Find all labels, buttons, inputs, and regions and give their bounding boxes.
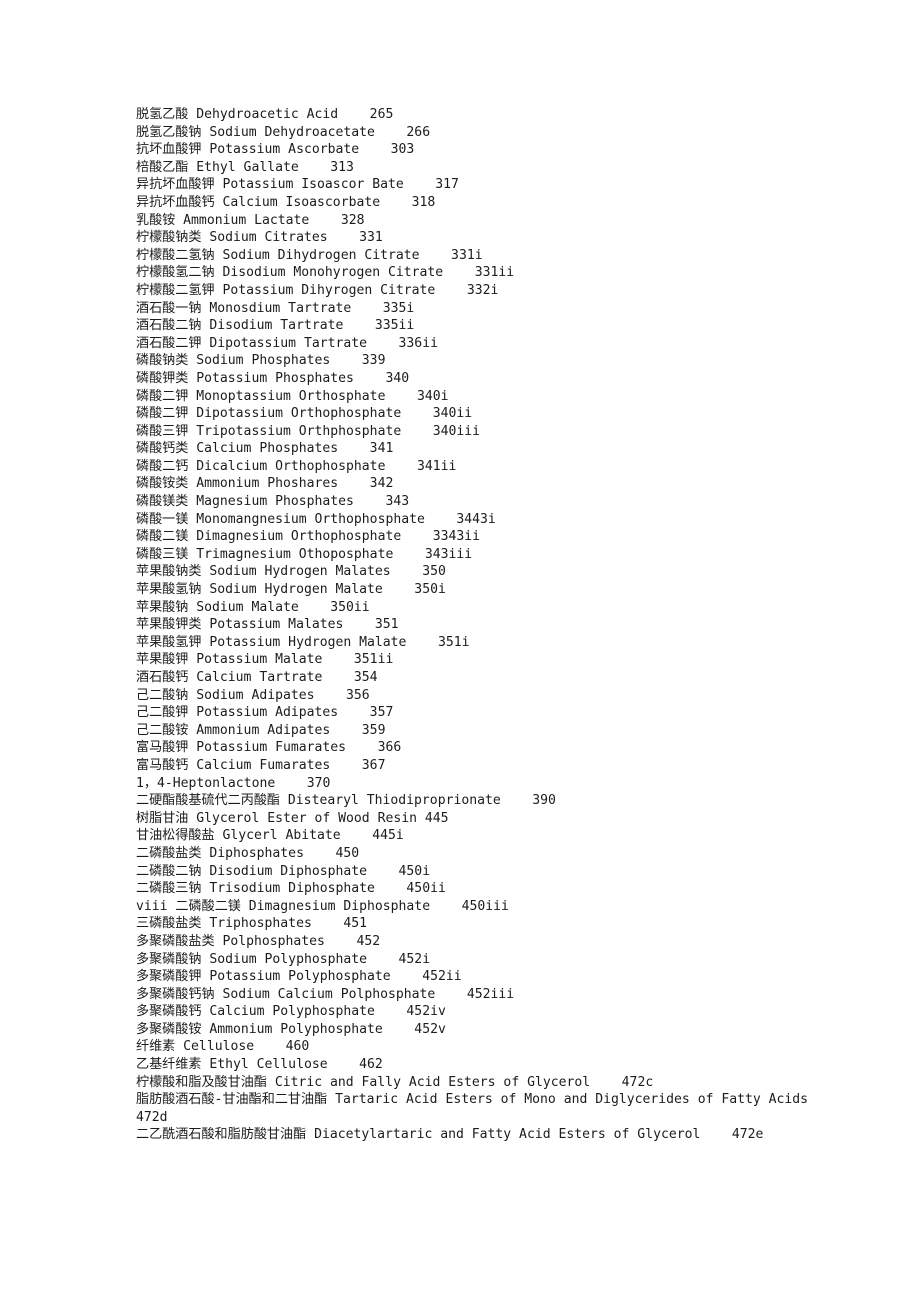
list-item: 酒石酸二钾 Dipotassium Tartrate 336ii [136, 335, 438, 351]
list-item: 苹果酸钾类 Potassium Malates 351 [136, 617, 399, 633]
list-item: 己二酸钾 Potassium Adipates 357 [136, 705, 394, 721]
list-item: 树脂甘油 Glycerol Ester of Wood Resin 445 [136, 810, 449, 826]
list-item: 二磷酸二钠 Disodium Diphosphate 450i [136, 863, 431, 879]
list-item: 多聚磷酸盐类 Polphosphates 452 [136, 933, 381, 949]
list-item: 脱氢乙酸钠 Sodium Dehydroacetate 266 [136, 124, 431, 140]
list-item: 二乙酰酒石酸和脂肪酸甘油酯 Diacetylartaric and Fatty … [136, 1127, 764, 1143]
list-item: 二硬酯酸基硫代二丙酸酯 Distearyl Thiodiproprionate … [136, 793, 556, 809]
list-item: viii 二磷酸二镁 Dimagnesium Diphosphate 450ii… [136, 898, 509, 914]
list-item: 己二酸铵 Ammonium Adipates 359 [136, 722, 386, 738]
list-item: 磷酸一镁 Monomangnesium Orthophosphate 3443i [136, 511, 496, 527]
list-item: 脂肪酸酒石酸-甘油酯和二甘油酯 Tartaric Acid Esters of … [136, 1092, 840, 1125]
list-item: 富马酸钾 Potassium Fumarates 366 [136, 740, 402, 756]
list-item: 甘油松得酸盐 Glycerl Abitate 445i [136, 828, 404, 844]
list-item: 柠檬酸二氢钾 Potassium Dihyrogen Citrate 332i [136, 282, 499, 298]
list-item: 抗坏血酸钾 Potassium Ascorbate 303 [136, 142, 415, 158]
list-item: 苹果酸氢钠 Sodium Hydrogen Malate 350i [136, 582, 446, 598]
list-item: 己二酸钠 Sodium Adipates 356 [136, 687, 370, 703]
list-item: 磷酸二钙 Dicalcium Orthophosphate 341ii [136, 458, 457, 474]
list-item: 二磷酸三钠 Trisodium Diphosphate 450ii [136, 881, 446, 897]
list-item: 1，4-Heptonlactone 370 [136, 775, 331, 791]
list-item: 三磷酸盐类 Triphosphates 451 [136, 916, 368, 932]
list-item: 磷酸三镁 Trimagnesium Othoposphate 343iii [136, 546, 473, 562]
list-item: 多聚磷酸钠 Sodium Polyphosphate 452i [136, 951, 431, 967]
document-page: 脱氢乙酸 Dehydroacetic Acid 265 脱氢乙酸钠 Sodium… [0, 0, 920, 1302]
list-item: 酒石酸二钠 Disodium Tartrate 335ii [136, 318, 415, 334]
list-item: 磷酸二钾 Monoptassium Orthosphate 340i [136, 388, 449, 404]
list-item: 多聚磷酸铵 Ammonium Polyphosphate 452v [136, 1021, 446, 1037]
list-item: 多聚磷酸钙 Calcium Polyphosphate 452iv [136, 1004, 446, 1020]
list-item: 苹果酸钾 Potassium Malate 351ii [136, 652, 394, 668]
list-item: 磷酸二钾 Dipotassium Orthophosphate 340ii [136, 406, 473, 422]
list-item: 磷酸钠类 Sodium Phosphates 339 [136, 353, 386, 369]
list-item: 柠檬酸和脂及酸甘油酯 Citric and Fally Acid Esters … [136, 1074, 654, 1090]
list-item: 磷酸二镁 Dimagnesium Orthophosphate 3343ii [136, 529, 481, 545]
list-item: 磷酸钾类 Potassium Phosphates 340 [136, 370, 410, 386]
list-item: 棓酸乙酯 Ethyl Gallate 313 [136, 159, 354, 175]
list-item: 酒石酸钙 Calcium Tartrate 354 [136, 670, 378, 685]
list-item: 苹果酸钠 Sodium Malate 350ii [136, 599, 370, 615]
list-item: 乙基纤维素 Ethyl Cellulose 462 [136, 1057, 383, 1073]
list-item: 富马酸钙 Calcium Fumarates 367 [136, 757, 386, 773]
list-item: 苹果酸钠类 Sodium Hydrogen Malates 350 [136, 564, 446, 580]
list-item: 脱氢乙酸 Dehydroacetic Acid 265 [136, 107, 394, 122]
list-item: 异抗坏血酸钙 Calcium Isoascorbate 318 [136, 194, 436, 210]
list-item: 酒石酸一钠 Monosdium Tartrate 335i [136, 300, 415, 316]
list-item: 多聚磷酸钾 Potassium Polyphosphate 452ii [136, 969, 462, 985]
list-item: 纤维素 Cellulose 460 [136, 1039, 310, 1055]
list-item: 磷酸镁类 Magnesium Phosphates 343 [136, 494, 410, 510]
list-item: 磷酸钙类 Calcium Phosphates 341 [136, 441, 394, 457]
list-item: 二磷酸盐类 Diphosphates 450 [136, 845, 360, 861]
list-item: 柠檬酸钠类 Sodium Citrates 331 [136, 230, 383, 246]
additives-list: 脱氢乙酸 Dehydroacetic Acid 265 脱氢乙酸钠 Sodium… [136, 106, 836, 1144]
list-item: 乳酸铵 Ammonium Lactate 328 [136, 212, 365, 228]
list-item: 磷酸铵类 Ammonium Phoshares 342 [136, 476, 394, 492]
list-item: 异抗坏血酸钾 Potassium Isoascor Bate 317 [136, 177, 459, 193]
list-item: 柠檬酸二氢钠 Sodium Dihydrogen Citrate 331i [136, 247, 483, 263]
list-item: 磷酸三钾 Tripotassium Orthphosphate 340iii [136, 423, 481, 439]
list-item: 多聚磷酸钙钠 Sodium Calcium Polphosphate 452ii… [136, 986, 515, 1002]
list-item: 苹果酸氢钾 Potassium Hydrogen Malate 351i [136, 634, 470, 650]
list-item: 柠檬酸氢二钠 Disodium Monohyrogen Citrate 331i… [136, 265, 515, 281]
